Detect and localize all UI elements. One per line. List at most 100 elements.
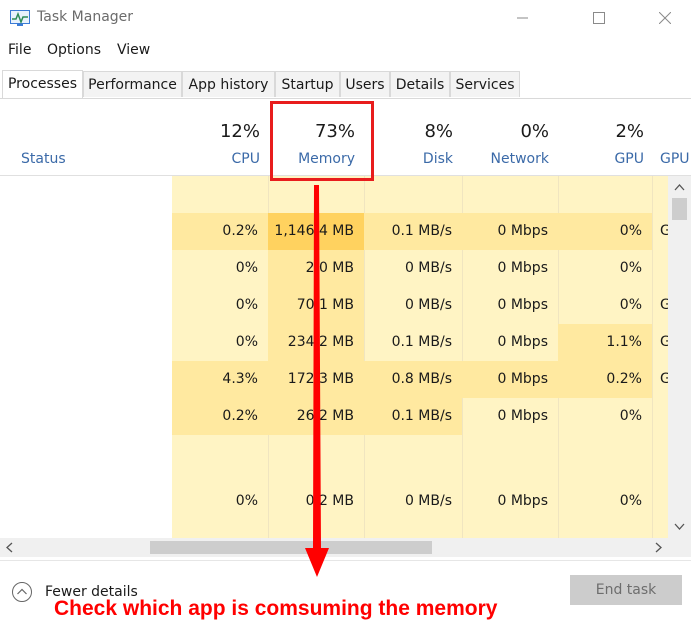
menu-view[interactable]: View xyxy=(117,42,150,58)
network-cell: 0 Mbps xyxy=(497,493,548,510)
scrollbar-corner xyxy=(668,538,691,557)
scroll-right-icon[interactable] xyxy=(650,538,666,557)
gpu-cell: 0% xyxy=(619,408,642,424)
column-header-gpu[interactable]: GPU xyxy=(614,151,644,167)
memory-cell: 0.2 MB xyxy=(305,493,354,510)
horizontal-scrollbar[interactable] xyxy=(0,538,668,557)
scroll-up-icon[interactable] xyxy=(668,180,691,196)
menu-options[interactable]: Options xyxy=(47,42,101,58)
disk-total-percent: 8% xyxy=(424,121,453,142)
tab-services[interactable]: Services xyxy=(450,71,520,97)
tab-users[interactable]: Users xyxy=(340,71,390,97)
table-row[interactable] xyxy=(0,435,668,472)
column-header-status[interactable]: Status xyxy=(21,151,66,167)
gpu-total-percent: 2% xyxy=(615,121,644,142)
close-button[interactable] xyxy=(642,0,688,38)
memory-column-highlight xyxy=(270,101,374,181)
table-row[interactable]: 0% 234.2 MB 0.1 MB/s 0 Mbps 1.1% G xyxy=(0,324,671,361)
tab-details[interactable]: Details xyxy=(390,71,450,97)
table-row[interactable]: 4.3% 172.3 MB 0.8 MB/s 0 Mbps 0.2% G xyxy=(0,361,671,398)
network-total-percent: 0% xyxy=(520,121,549,142)
minimize-button[interactable] xyxy=(500,0,546,38)
cpu-cell: 0.2% xyxy=(222,223,258,239)
scroll-left-icon[interactable] xyxy=(2,538,18,557)
cpu-cell: 0.2% xyxy=(222,408,258,424)
cpu-cell: 0% xyxy=(235,334,258,350)
network-cell xyxy=(462,435,548,472)
disk-cell: 0 MB/s xyxy=(404,493,452,510)
gpu-cell: 0% xyxy=(619,260,642,276)
gpu-engine-cell: G xyxy=(660,371,671,387)
vertical-scroll-thumb[interactable] xyxy=(672,198,687,220)
title-bar: Task Manager xyxy=(0,0,691,38)
column-header-cpu[interactable]: CPU xyxy=(232,151,260,167)
footer-divider xyxy=(0,560,691,561)
network-cell: 0 Mbps xyxy=(497,334,548,350)
network-cell xyxy=(462,176,548,213)
column-header-network[interactable]: Network xyxy=(491,151,549,167)
gpu-engine-cell xyxy=(660,250,668,287)
tab-performance[interactable]: Performance xyxy=(83,71,182,97)
gpu-engine-cell xyxy=(660,483,668,520)
chevron-up-circle-icon[interactable] xyxy=(11,581,33,603)
network-cell: 0 Mbps xyxy=(497,223,548,239)
horizontal-scroll-thumb[interactable] xyxy=(150,541,432,554)
gpu-engine-cell xyxy=(660,435,668,472)
vertical-scrollbar[interactable] xyxy=(668,176,691,539)
column-header-gpu-engine[interactable]: GPU xyxy=(660,151,690,167)
tab-startup[interactable]: Startup xyxy=(275,71,340,97)
cpu-cell xyxy=(172,435,258,472)
disk-cell: 0.8 MB/s xyxy=(391,371,452,387)
disk-cell: 0 MB/s xyxy=(404,260,452,276)
gpu-cell xyxy=(558,435,642,472)
disk-cell xyxy=(364,176,452,213)
network-cell: 0 Mbps xyxy=(497,297,548,313)
end-task-button[interactable]: End task xyxy=(570,575,682,605)
gpu-engine-cell xyxy=(660,398,668,435)
menu-bar: File Options View xyxy=(0,40,691,62)
table-row[interactable]: 0% 2.0 MB 0 MB/s 0 Mbps 0% xyxy=(0,250,668,287)
disk-cell xyxy=(364,435,452,472)
gpu-cell: 0% xyxy=(619,297,642,313)
gpu-cell: 0% xyxy=(619,223,642,239)
disk-cell: 0 MB/s xyxy=(404,297,452,313)
memory-cell xyxy=(268,435,354,472)
network-cell: 0 Mbps xyxy=(497,408,548,424)
memory-cell: 234.2 MB xyxy=(287,334,354,350)
minimize-icon xyxy=(517,17,528,19)
disk-cell: 0.1 MB/s xyxy=(391,334,452,350)
table-row[interactable]: 0.2% 26.2 MB 0.1 MB/s 0 Mbps 0% xyxy=(0,398,668,435)
annotation-text: Check which app is comsuming the memory xyxy=(54,597,498,620)
gpu-engine-cell xyxy=(660,176,668,213)
table-row[interactable]: 0% 0.2 MB 0 MB/s 0 Mbps 0% xyxy=(0,483,668,520)
cpu-cell: 4.3% xyxy=(222,371,258,387)
scroll-down-icon[interactable] xyxy=(668,519,691,535)
tab-processes[interactable]: Processes xyxy=(2,70,83,98)
cpu-cell: 0% xyxy=(235,260,258,276)
table-row[interactable]: 0% 70.1 MB 0 MB/s 0 Mbps 0% G xyxy=(0,287,671,324)
disk-cell: 0.1 MB/s xyxy=(391,408,452,424)
cpu-cell: 0% xyxy=(235,493,258,510)
maximize-button[interactable] xyxy=(576,0,622,38)
memory-cell: 2.0 MB xyxy=(305,260,354,276)
gpu-cell: 0% xyxy=(619,493,642,510)
column-header-disk[interactable]: Disk xyxy=(423,151,453,167)
memory-cell: 70.1 MB xyxy=(296,297,354,313)
maximize-icon xyxy=(593,12,605,24)
tab-app-history[interactable]: App history xyxy=(182,71,275,97)
cpu-cell: 0% xyxy=(235,297,258,313)
network-cell: 0 Mbps xyxy=(497,371,548,387)
table-row[interactable] xyxy=(0,176,668,213)
gpu-engine-cell: G xyxy=(660,297,671,313)
menu-file[interactable]: File xyxy=(8,42,31,58)
memory-cell xyxy=(268,176,354,213)
task-manager-app-icon xyxy=(10,10,30,26)
tab-strip: Processes Performance App history Startu… xyxy=(0,70,691,99)
disk-cell: 0.1 MB/s xyxy=(391,223,452,239)
memory-cell: 172.3 MB xyxy=(287,371,354,387)
memory-cell: 1,146.4 MB xyxy=(274,223,354,239)
table-row[interactable]: 0.2% 1,146.4 MB 0.1 MB/s 0 Mbps 0% G xyxy=(0,213,671,250)
gpu-cell xyxy=(558,176,642,213)
memory-cell: 26.2 MB xyxy=(296,408,354,424)
window-title: Task Manager xyxy=(37,9,134,25)
